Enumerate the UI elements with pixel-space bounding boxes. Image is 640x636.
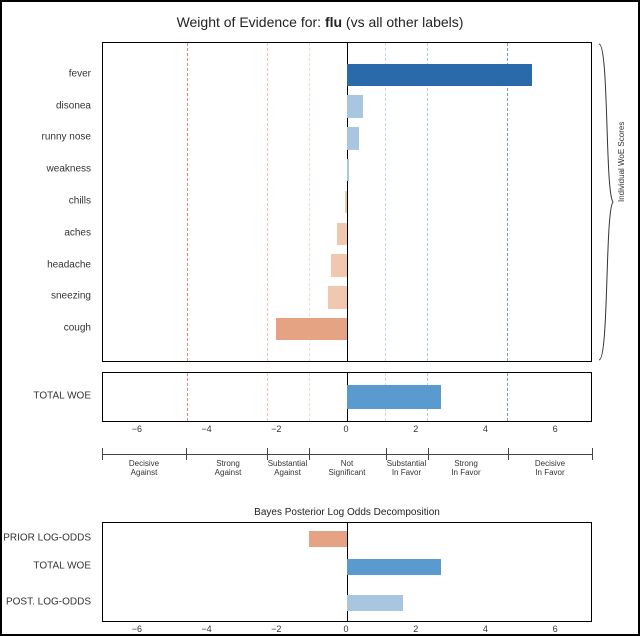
ref-line bbox=[267, 373, 268, 421]
zero-line bbox=[347, 43, 348, 361]
woe-bar-chart bbox=[102, 42, 592, 362]
x-tick: 4 bbox=[483, 624, 488, 634]
category-label: aches bbox=[64, 227, 91, 238]
ref-line bbox=[507, 43, 508, 361]
x-tick: −6 bbox=[132, 424, 142, 434]
bar bbox=[347, 595, 403, 612]
qual-seg bbox=[102, 448, 103, 460]
x-tick: 6 bbox=[553, 424, 558, 434]
qual-seg bbox=[428, 448, 429, 460]
ref-line bbox=[427, 43, 428, 361]
x-tick: −2 bbox=[271, 424, 281, 434]
bracket-label: Individual WoE Scores bbox=[617, 122, 626, 202]
ref-line bbox=[507, 373, 508, 421]
bar bbox=[309, 531, 347, 548]
x-tick: 0 bbox=[343, 624, 348, 634]
qual-label: StrongIn Favor bbox=[431, 460, 501, 478]
x-tick: 4 bbox=[483, 424, 488, 434]
category-label: weakness bbox=[47, 164, 91, 175]
decomposition-chart bbox=[102, 522, 592, 622]
category-label: cough bbox=[64, 323, 91, 334]
qual-seg bbox=[186, 448, 187, 460]
qual-label: DecisiveAgainst bbox=[109, 460, 179, 478]
total-woe-chart bbox=[102, 372, 592, 422]
bar bbox=[347, 127, 359, 149]
x-tick: 2 bbox=[413, 624, 418, 634]
bar bbox=[331, 254, 347, 276]
qualitative-axis: DecisiveAgainstStrongAgainstSubstantialA… bbox=[102, 454, 592, 484]
bar bbox=[347, 64, 532, 86]
bracket-icon bbox=[597, 42, 615, 362]
bar bbox=[345, 191, 347, 213]
category-label: PRIOR LOG-ODDS bbox=[3, 533, 91, 544]
qual-seg bbox=[309, 448, 310, 460]
qual-seg bbox=[592, 448, 593, 460]
bar bbox=[328, 286, 347, 308]
x-tick: 0 bbox=[343, 424, 348, 434]
qual-seg bbox=[508, 448, 509, 460]
ref-line bbox=[187, 373, 188, 421]
ref-line bbox=[385, 43, 386, 361]
x-tick: −6 bbox=[132, 624, 142, 634]
x-tick: −4 bbox=[201, 424, 211, 434]
bar bbox=[347, 159, 349, 181]
category-label: TOTAL WOE bbox=[33, 561, 91, 572]
category-label: POST. LOG-ODDS bbox=[6, 597, 91, 608]
category-label: headache bbox=[47, 259, 91, 270]
category-label: runny nose bbox=[42, 132, 91, 143]
category-label: fever bbox=[69, 68, 91, 79]
ref-line bbox=[187, 43, 188, 361]
bar bbox=[276, 318, 347, 340]
ref-line bbox=[267, 43, 268, 361]
ref-line bbox=[309, 43, 310, 361]
qual-label: DecisiveIn Favor bbox=[515, 460, 585, 478]
ref-line bbox=[309, 373, 310, 421]
x-tick: 6 bbox=[553, 624, 558, 634]
title-prefix: Weight of Evidence for: bbox=[177, 14, 325, 30]
x-tick: 2 bbox=[413, 424, 418, 434]
bar bbox=[347, 559, 441, 576]
bar bbox=[337, 223, 347, 245]
bar bbox=[347, 385, 441, 409]
bar bbox=[347, 95, 363, 117]
page-title: Weight of Evidence for: flu (vs all othe… bbox=[2, 14, 638, 30]
category-label: sneezing bbox=[51, 291, 91, 302]
category-label: TOTAL WOE bbox=[33, 391, 91, 402]
title-suffix: (vs all other labels) bbox=[342, 14, 463, 30]
x-tick: −4 bbox=[201, 624, 211, 634]
figure-frame: Weight of Evidence for: flu (vs all othe… bbox=[0, 0, 640, 636]
title-label: flu bbox=[325, 14, 342, 30]
category-label: disonea bbox=[56, 100, 91, 111]
x-tick: −2 bbox=[271, 624, 281, 634]
category-label: chills bbox=[69, 196, 91, 207]
decomposition-title: Bayes Posterior Log Odds Decomposition bbox=[102, 507, 592, 518]
